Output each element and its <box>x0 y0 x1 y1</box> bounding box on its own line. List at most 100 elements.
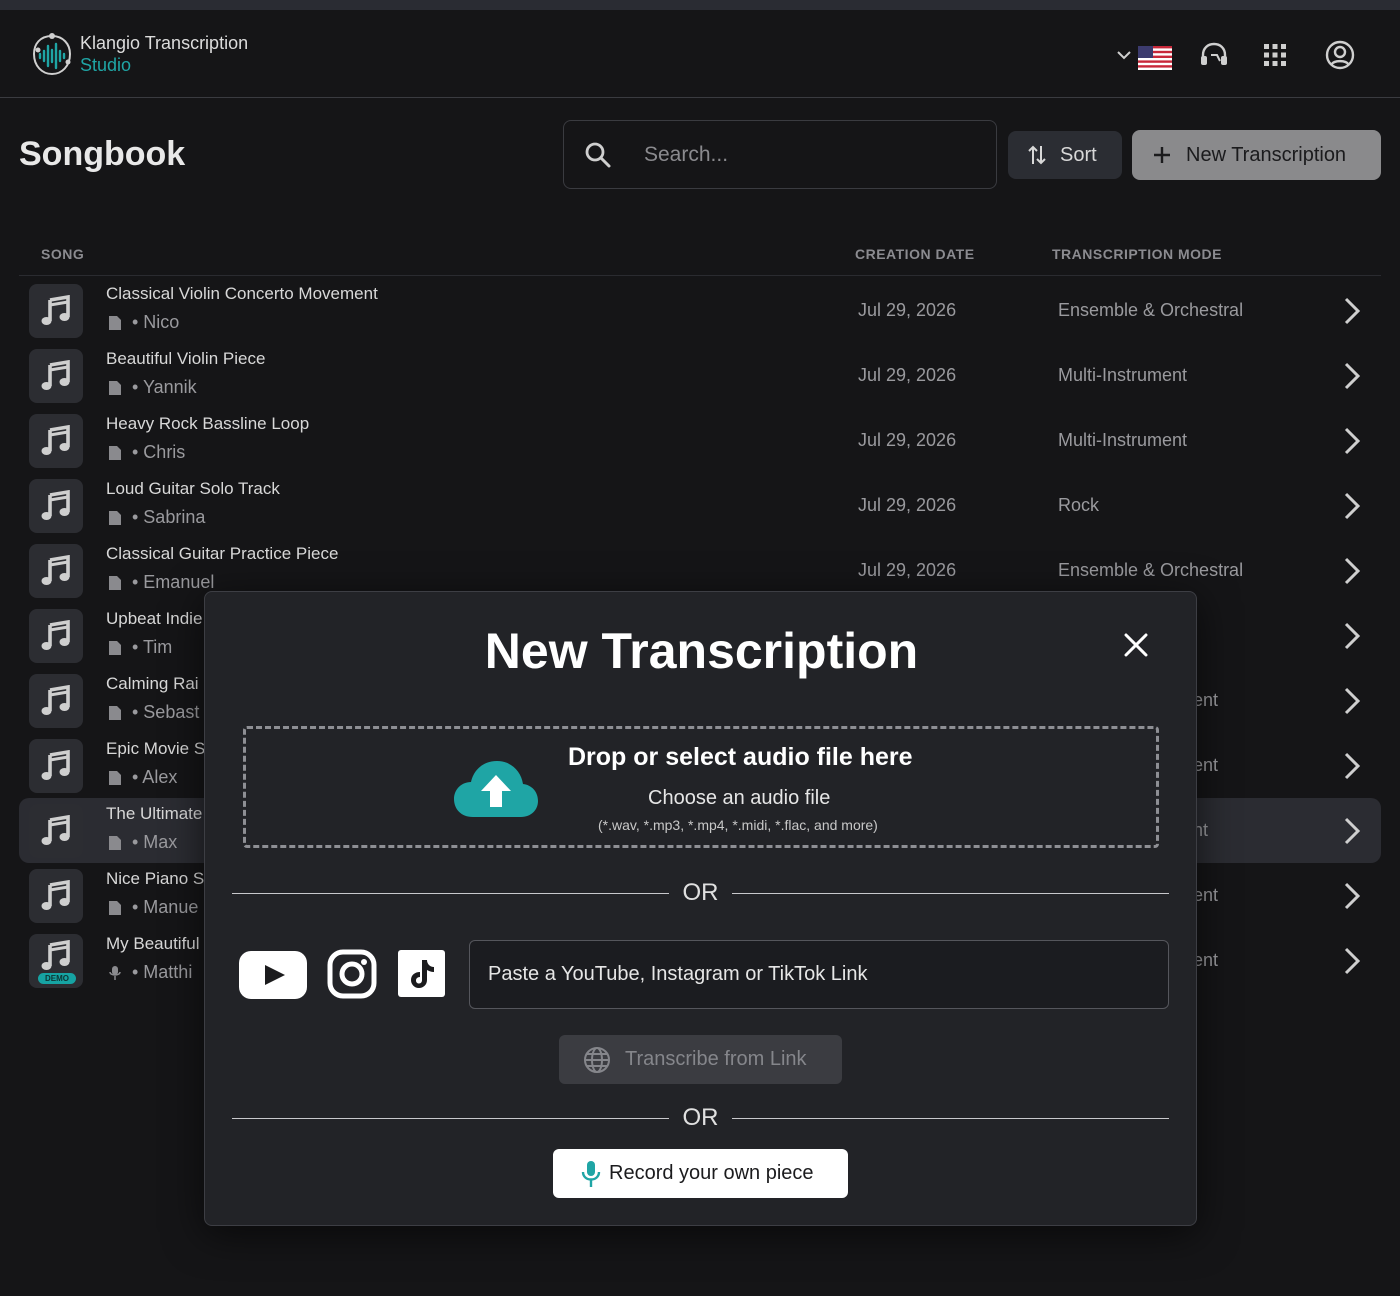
music-note-icon <box>41 295 70 325</box>
microphone-icon <box>109 965 121 980</box>
table-row[interactable]: Beautiful Violin Piece • Yannik Jul 29, … <box>19 343 1381 408</box>
chevron-right-icon[interactable] <box>1341 556 1363 586</box>
chevron-right-icon[interactable] <box>1341 946 1363 976</box>
divider-line <box>732 893 1169 894</box>
or-label: OR <box>682 879 719 906</box>
top-strip <box>0 0 1400 10</box>
file-icon <box>109 705 121 720</box>
song-author: • Chris <box>132 442 186 462</box>
song-meta: • Max <box>106 832 177 853</box>
file-icon <box>109 900 121 915</box>
song-date: Jul 29, 2026 <box>858 365 957 385</box>
youtube-icon <box>239 951 307 999</box>
table-row[interactable]: Classical Violin Concerto Movement • Nic… <box>19 278 1381 343</box>
chevron-right-icon[interactable] <box>1341 881 1363 911</box>
or-divider: OR <box>232 879 1169 909</box>
song-author: • Manue <box>132 897 199 917</box>
chevron-right-icon[interactable] <box>1341 621 1363 651</box>
table-header: SONG CREATION DATE TRANSCRIPTION MODE <box>19 232 1381 276</box>
record-own-piece-button[interactable]: Record your own piece <box>553 1149 848 1198</box>
music-note-icon <box>41 750 70 780</box>
file-icon <box>109 770 121 785</box>
music-note-icon <box>41 490 70 520</box>
search-box[interactable] <box>563 120 997 189</box>
dropzone-subtitle: Choose an audio file <box>648 787 831 809</box>
song-thumbnail <box>29 869 83 923</box>
music-note-icon <box>41 940 70 970</box>
sort-button[interactable]: Sort <box>1008 131 1122 179</box>
song-thumbnail <box>29 544 83 598</box>
social-link-input[interactable] <box>470 941 1168 1008</box>
chevron-right-icon[interactable] <box>1341 491 1363 521</box>
tiktok-icon <box>398 950 445 997</box>
music-note-icon <box>41 360 70 390</box>
song-author: • Yannik <box>132 377 197 397</box>
song-meta: • Sabrina <box>106 507 205 528</box>
audio-dropzone[interactable]: Drop or select audio file here Choose an… <box>243 726 1159 848</box>
microphone-icon <box>581 1160 601 1187</box>
song-meta: • Matthi <box>106 962 192 983</box>
record-own-piece-label: Record your own piece <box>609 1162 814 1184</box>
song-date: Jul 29, 2026 <box>858 495 957 515</box>
chevron-right-icon[interactable] <box>1341 296 1363 326</box>
new-transcription-button[interactable]: New Transcription <box>1132 130 1381 180</box>
chevron-right-icon[interactable] <box>1341 751 1363 781</box>
brand-name[interactable]: Klangio Transcription Studio <box>80 32 248 76</box>
globe-icon <box>584 1046 610 1073</box>
headset-support-icon[interactable] <box>1198 40 1230 70</box>
song-meta: • Sebast <box>106 702 199 723</box>
chevron-right-icon[interactable] <box>1341 361 1363 391</box>
chevron-right-icon[interactable] <box>1341 816 1363 846</box>
us-flag-icon[interactable] <box>1138 43 1172 73</box>
divider-line <box>232 1118 669 1119</box>
table-row[interactable]: Loud Guitar Solo Track • Sabrina Jul 29,… <box>19 473 1381 538</box>
music-note-icon <box>41 815 70 845</box>
music-note-icon <box>41 555 70 585</box>
transcribe-from-link-label: Transcribe from Link <box>625 1048 807 1070</box>
song-title: Classical Violin Concerto Movement <box>106 284 378 303</box>
song-title: Classical Guitar Practice Piece <box>106 544 339 563</box>
song-meta: • Tim <box>106 637 172 658</box>
music-note-icon <box>41 685 70 715</box>
chevron-right-icon[interactable] <box>1341 686 1363 716</box>
file-icon <box>109 380 121 395</box>
search-input[interactable] <box>644 121 984 188</box>
language-dropdown-chevron-icon[interactable] <box>1116 40 1132 70</box>
instagram-icon <box>327 949 377 999</box>
klangio-logo-icon[interactable] <box>30 32 74 78</box>
song-meta: • Chris <box>106 442 185 463</box>
music-note-icon <box>41 880 70 910</box>
modal-title: New Transcription <box>484 623 919 679</box>
file-icon <box>109 640 121 655</box>
song-meta: • Alex <box>106 767 177 788</box>
col-transcription-mode[interactable]: TRANSCRIPTION MODE <box>1052 246 1222 262</box>
brand-line2: Studio <box>80 55 132 75</box>
song-author: • Sabrina <box>132 507 206 527</box>
col-song[interactable]: SONG <box>41 246 84 262</box>
song-thumbnail: DEMO <box>29 934 83 988</box>
link-input-box[interactable] <box>469 940 1169 1009</box>
close-icon[interactable] <box>1123 632 1149 658</box>
song-mode: Ensemble & Orchestral <box>1058 300 1244 320</box>
music-note-icon <box>41 425 70 455</box>
song-author: • Max <box>132 832 178 852</box>
brand-line1: Klangio Transcription <box>80 33 249 53</box>
chevron-right-icon[interactable] <box>1341 426 1363 456</box>
song-title: My Beautiful <box>106 934 200 953</box>
song-thumbnail <box>29 804 83 858</box>
or-label: OR <box>682 1104 719 1131</box>
account-icon[interactable] <box>1324 40 1356 70</box>
new-transcription-modal: New Transcription Drop or select audio f… <box>204 591 1197 1226</box>
transcribe-from-link-button[interactable]: Transcribe from Link <box>559 1035 842 1084</box>
song-title: Calming Rai <box>106 674 199 693</box>
dropzone-formats-hint: (*.wav, *.mp3, *.mp4, *.midi, *.flac, an… <box>598 817 878 833</box>
song-author: • Alex <box>132 767 178 787</box>
new-transcription-label: New Transcription <box>1186 143 1347 166</box>
sort-label: Sort <box>1060 143 1097 166</box>
col-creation-date[interactable]: CREATION DATE <box>855 246 975 262</box>
plus-icon <box>1154 147 1170 163</box>
apps-grid-icon[interactable] <box>1260 40 1290 70</box>
song-thumbnail <box>29 414 83 468</box>
song-mode: Rock <box>1058 495 1100 515</box>
table-row[interactable]: Heavy Rock Bassline Loop • Chris Jul 29,… <box>19 408 1381 473</box>
